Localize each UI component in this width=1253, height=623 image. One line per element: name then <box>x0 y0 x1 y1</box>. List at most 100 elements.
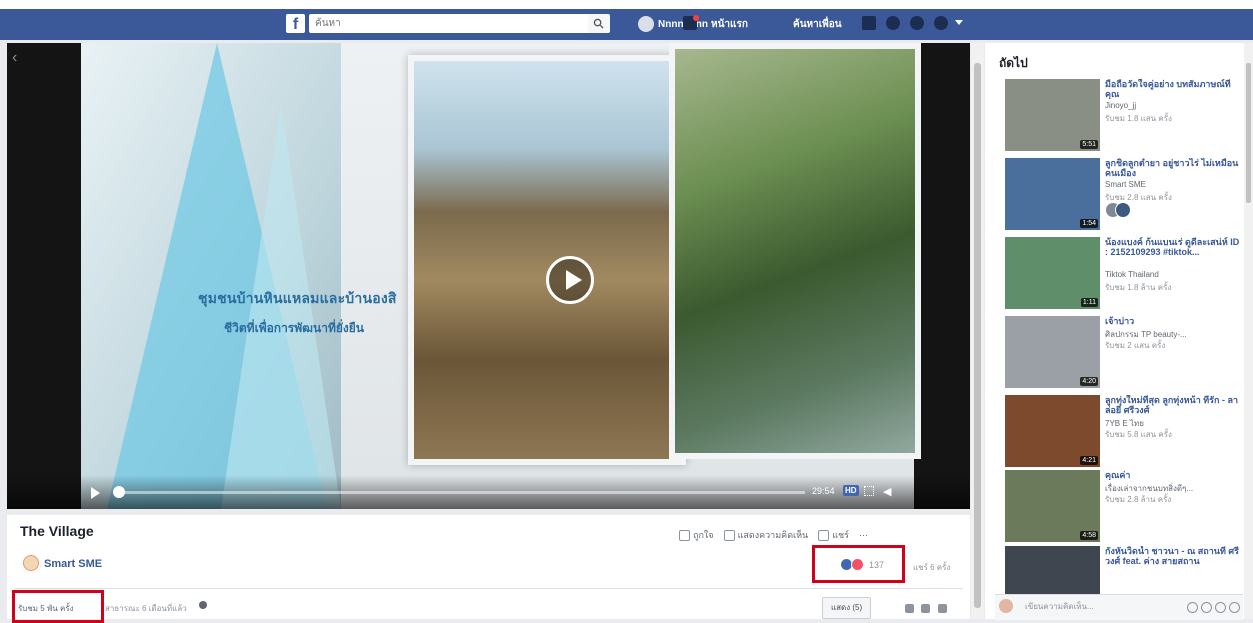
thumbs-up-icon <box>679 529 690 541</box>
video-photo-center <box>408 55 686 465</box>
page-name-link[interactable]: Smart SME <box>44 558 102 570</box>
list-item[interactable]: 1:54 ลูกชิดลูกตำยา อยู่ชาวไร่ ไม่เหมือนค… <box>1005 158 1242 230</box>
video-thumbnail[interactable]: 4:58 <box>1005 470 1100 542</box>
comment-icon <box>723 529 735 541</box>
messenger-icon[interactable] <box>886 16 900 30</box>
up-next-sidebar: ถัดไป 5:51 มือถือวัดใจคู่อย่าง บทสัมภาษณ… <box>985 43 1244 619</box>
sidebar-scrollbar[interactable] <box>1244 43 1253 619</box>
gear-icon[interactable] <box>938 604 947 613</box>
video-thumbnail[interactable]: 1:11 <box>1005 237 1100 309</box>
search-input[interactable] <box>309 14 609 33</box>
video-link-title[interactable]: กังหันวิดน้ำ ชาวนา - ณ สถานที่ ศรีวงศ์ f… <box>1105 546 1240 566</box>
avatar <box>638 16 654 32</box>
channel-name[interactable]: Jinoyo_jj <box>1105 101 1136 110</box>
globe-icon <box>199 601 207 609</box>
divider <box>15 588 963 589</box>
search-button[interactable] <box>588 14 610 33</box>
avatar <box>999 599 1013 613</box>
browser-strip <box>0 0 1253 9</box>
video-time: 29:54 <box>812 486 835 496</box>
comment-button[interactable]: แสดงความคิดเห็น <box>723 528 809 542</box>
video-link-title[interactable]: คุณค่า <box>1105 470 1240 480</box>
chevron-left-icon[interactable]: ‹ <box>12 49 17 67</box>
friend-requests-icon[interactable] <box>862 16 876 30</box>
comments-filter-dropdown[interactable]: แสดง (5) <box>822 597 872 619</box>
up-next-heading: ถัดไป <box>999 56 1028 70</box>
nav-home-link[interactable]: หน้าแรก <box>711 17 748 32</box>
highlight-box-reactions <box>812 545 905 583</box>
video-thumbnail[interactable]: 1:54 <box>1005 158 1100 230</box>
video-views: รับชม 2 แสน ครั้ง <box>1105 341 1166 350</box>
video-thumbnail[interactable]: 5:51 <box>1005 79 1100 151</box>
video-duration: 1:11 <box>1080 298 1098 307</box>
comment-composer: เขียนความคิดเห็น... <box>995 594 1243 620</box>
top-navigation-bar: f Nnnnnnnn หน้าแรก ค้นหาเพื่อน <box>0 0 1253 40</box>
share-count[interactable]: แชร์ 6 ครั้ง <box>913 561 950 574</box>
help-icon[interactable] <box>934 16 948 30</box>
highlight-box-views <box>12 590 104 623</box>
emoji-icon[interactable] <box>1187 602 1198 613</box>
video-controls: 29:54 HD ◀ <box>7 475 970 509</box>
video-duration: 4:20 <box>1080 377 1098 386</box>
share-icon <box>818 529 830 541</box>
channel-name[interactable]: Smart SME <box>1105 180 1146 189</box>
list-item[interactable]: 4:21 ลูกทุ่งใหม่ที่สุด ลูกทุ่งหน้า ที่รั… <box>1005 395 1242 467</box>
video-progress-bar[interactable] <box>115 491 805 494</box>
main-scrollbar[interactable] <box>971 43 984 619</box>
channel-name[interactable]: Tiktok Thailand <box>1105 270 1159 279</box>
video-thumbnail[interactable]: 4:21 <box>1005 395 1100 467</box>
expand-icon[interactable] <box>905 604 914 613</box>
more-options-button[interactable]: ··· <box>859 530 868 540</box>
nav-find-friends-link[interactable]: ค้นหาเพื่อน <box>793 17 842 32</box>
search-icon <box>593 18 604 29</box>
list-item[interactable]: 5:51 มือถือวัดใจคู่อย่าง บทสัมภาษณ์ที่คุ… <box>1005 79 1242 151</box>
video-player[interactable]: ‹ ชุมชนบ้านหินแหลมและบ้านองสิ ชีวิตที่เพ… <box>7 43 970 509</box>
video-overlay-title: ชุมชนบ้านหินแหลมและบ้านองสิ <box>198 290 397 306</box>
video-views: รับชม 5.8 แสน ครั้ง <box>1105 430 1172 439</box>
video-link-title[interactable]: มือถือวัดใจคู่อย่าง บทสัมภาษณ์ที่คุณ <box>1105 79 1240 99</box>
play-icon[interactable] <box>91 487 100 499</box>
volume-icon[interactable]: ◀ <box>883 485 891 498</box>
video-photo-right <box>669 43 921 459</box>
sticker-icon[interactable] <box>1229 602 1240 613</box>
video-link-title[interactable]: ลูกชิดลูกตำยา อยู่ชาวไร่ ไม่เหมือนคนเมือ… <box>1105 158 1240 178</box>
facebook-logo[interactable]: f <box>286 14 305 33</box>
video-link-title[interactable]: น้องแบงค์ ก้นแบนเร่ ดูดีละเสน่ห์ ID : 21… <box>1105 237 1240 257</box>
notification-badge <box>693 15 699 21</box>
post-meta: สาธารณะ 6 เดือนที่แล้ว <box>105 604 187 613</box>
gif-icon[interactable] <box>1215 602 1226 613</box>
action-bar: ถูกใจ แสดงความคิดเห็น แชร์ ··· <box>679 528 868 542</box>
page-avatar[interactable] <box>23 555 39 571</box>
video-views: รับชม 1.8 แสน ครั้ง <box>1105 114 1172 123</box>
video-duration: 1:54 <box>1080 219 1098 228</box>
play-button[interactable] <box>546 256 594 304</box>
avatar[interactable] <box>1115 202 1131 218</box>
comment-label: แสดงความคิดเห็น <box>737 530 809 540</box>
video-link-title[interactable]: ลูกทุ่งใหม่ที่สุด ลูกทุ่งหน้า ที่รัก - ล… <box>1105 395 1240 415</box>
video-link-title[interactable]: เจ้าบ่าว <box>1105 316 1240 326</box>
scrollbar-thumb[interactable] <box>974 63 981 608</box>
video-thumbnail[interactable]: 4:20 <box>1005 316 1100 388</box>
comment-input[interactable]: เขียนความคิดเห็น... <box>1025 600 1094 613</box>
like-button[interactable]: ถูกใจ <box>679 528 714 542</box>
share-label: แชร์ <box>832 530 849 540</box>
people-icon[interactable] <box>921 604 930 613</box>
list-item[interactable]: 4:20 เจ้าบ่าว ศิลปกรรม TP beauty-... รับ… <box>1005 316 1242 388</box>
progress-knob[interactable] <box>113 486 125 498</box>
video-title: The Village <box>20 523 94 539</box>
video-overlay-subtitle: ชีวิตที่เพื่อการพัฒนาที่ยั่งยืน <box>224 321 364 335</box>
list-item[interactable]: 4:58 คุณค่า เรื่องเล่าจากชนบทสิ่งดีๆ... … <box>1005 470 1242 542</box>
camera-icon[interactable] <box>1201 602 1212 613</box>
video-duration: 4:21 <box>1080 456 1098 465</box>
video-duration: 4:58 <box>1080 531 1098 540</box>
video-frame: ชุมชนบ้านหินแหลมและบ้านองสิ ชีวิตที่เพื่… <box>81 43 921 509</box>
scrollbar-thumb[interactable] <box>1246 63 1251 203</box>
share-button[interactable]: แชร์ <box>818 528 849 542</box>
fullscreen-icon[interactable] <box>864 486 874 496</box>
chevron-down-icon[interactable] <box>955 20 963 25</box>
list-item[interactable]: 1:11 น้องแบงค์ ก้นแบนเร่ ดูดีละเสน่ห์ ID… <box>1005 237 1242 309</box>
hd-toggle[interactable]: HD <box>843 485 859 496</box>
notifications-icon[interactable] <box>910 16 924 30</box>
video-duration: 5:51 <box>1080 140 1098 149</box>
video-views: รับชม 2.8 ล้าน ครั้ง <box>1105 495 1172 504</box>
